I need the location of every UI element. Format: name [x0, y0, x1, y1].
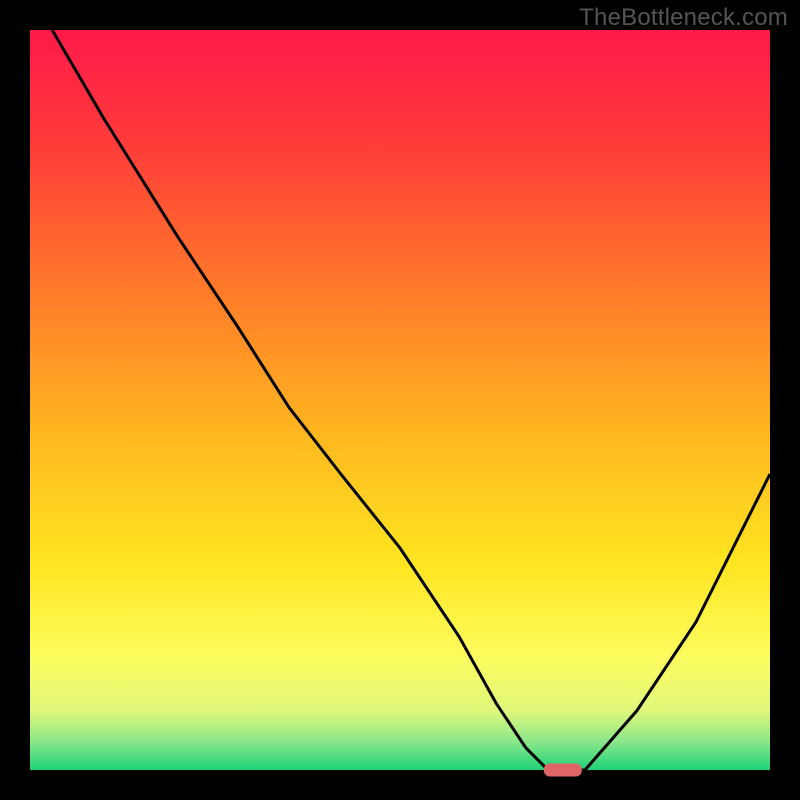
- bottleneck-chart: [0, 0, 800, 800]
- plot-area: [30, 30, 770, 770]
- optimal-marker: [544, 764, 582, 777]
- watermark-text: TheBottleneck.com: [579, 4, 788, 32]
- chart-container: TheBottleneck.com: [0, 0, 800, 800]
